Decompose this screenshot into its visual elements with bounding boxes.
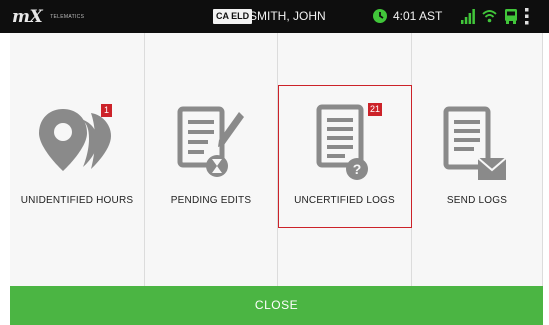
unidentified-hours-badge: 1 [101,104,112,117]
uncertified-logs-badge: 21 [368,103,383,116]
document-mail-icon [443,106,507,180]
truck-icon [505,9,517,24]
tile-label-send-logs: SEND LOGS [446,195,508,206]
clock-icon [373,9,387,23]
logo-subtext: TELEMATICS [50,14,85,20]
close-button[interactable]: CLOSE [10,286,543,325]
svg-text:?: ? [352,161,361,177]
clock-time: 4:01 AST [393,9,443,23]
driver-name[interactable]: SMITH, JOHN [249,9,326,23]
logs-menu-panel: 1 UNIDENTIFIED HOURS PENDING EDITS ? 21 … [10,33,543,286]
tile-unidentified-hours[interactable]: 1 UNIDENTIFIED HOURS [10,33,145,286]
tile-pending-edits[interactable]: PENDING EDITS [145,33,278,286]
overflow-menu-icon[interactable] [524,8,530,25]
document-question-icon: ? [316,104,368,180]
signal-icon [461,9,475,24]
tile-send-logs[interactable]: SEND LOGS [412,33,543,286]
company-logo: mX TELEMATICS [12,7,84,27]
logo-mark: mX [12,7,43,27]
tile-label-pending-edits: PENDING EDITS [170,195,252,206]
wifi-icon [482,10,497,23]
tile-uncertified-logs[interactable]: ? 21 UNCERTIFIED LOGS [278,33,412,286]
document-edit-icon [177,106,244,177]
tile-label-unidentified-hours: UNIDENTIFIED HOURS [20,195,134,206]
tile-label-uncertified-logs: UNCERTIFIED LOGS [294,195,395,206]
status-bar: mX TELEMATICS CA ELD SMITH, JOHN 4:01 AS… [0,0,549,33]
eld-badge: CA ELD [213,9,253,24]
